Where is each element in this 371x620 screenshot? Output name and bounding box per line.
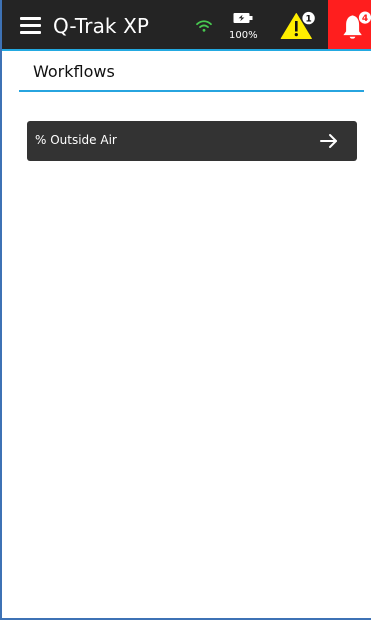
warning-count-badge: 1 <box>305 14 311 24</box>
alerts-button[interactable]: 4 <box>328 0 371 49</box>
app-title: Q-Trak XP <box>53 14 150 38</box>
outside-air-workflow-button[interactable]: % Outside Air <box>27 121 357 161</box>
bell-icon: 4 <box>343 11 371 39</box>
warning-triangle-icon[interactable]: 1 <box>279 11 316 40</box>
alert-count-badge: 4 <box>362 14 368 24</box>
section-divider <box>19 90 364 92</box>
top-bar: Q-Trak XP 100% 1 4 <box>2 0 371 51</box>
battery-charging-icon <box>233 13 253 23</box>
wifi-icon <box>196 20 212 32</box>
arrow-right-icon <box>320 134 337 148</box>
workflow-label: % Outside Air <box>35 133 117 147</box>
hamburger-menu-icon[interactable] <box>20 17 41 34</box>
app-screen: Q-Trak XP 100% 1 4 Workflows % Outside A… <box>0 0 371 620</box>
workflows-title: Workflows <box>33 62 115 81</box>
battery-percentage: 100% <box>229 30 258 41</box>
